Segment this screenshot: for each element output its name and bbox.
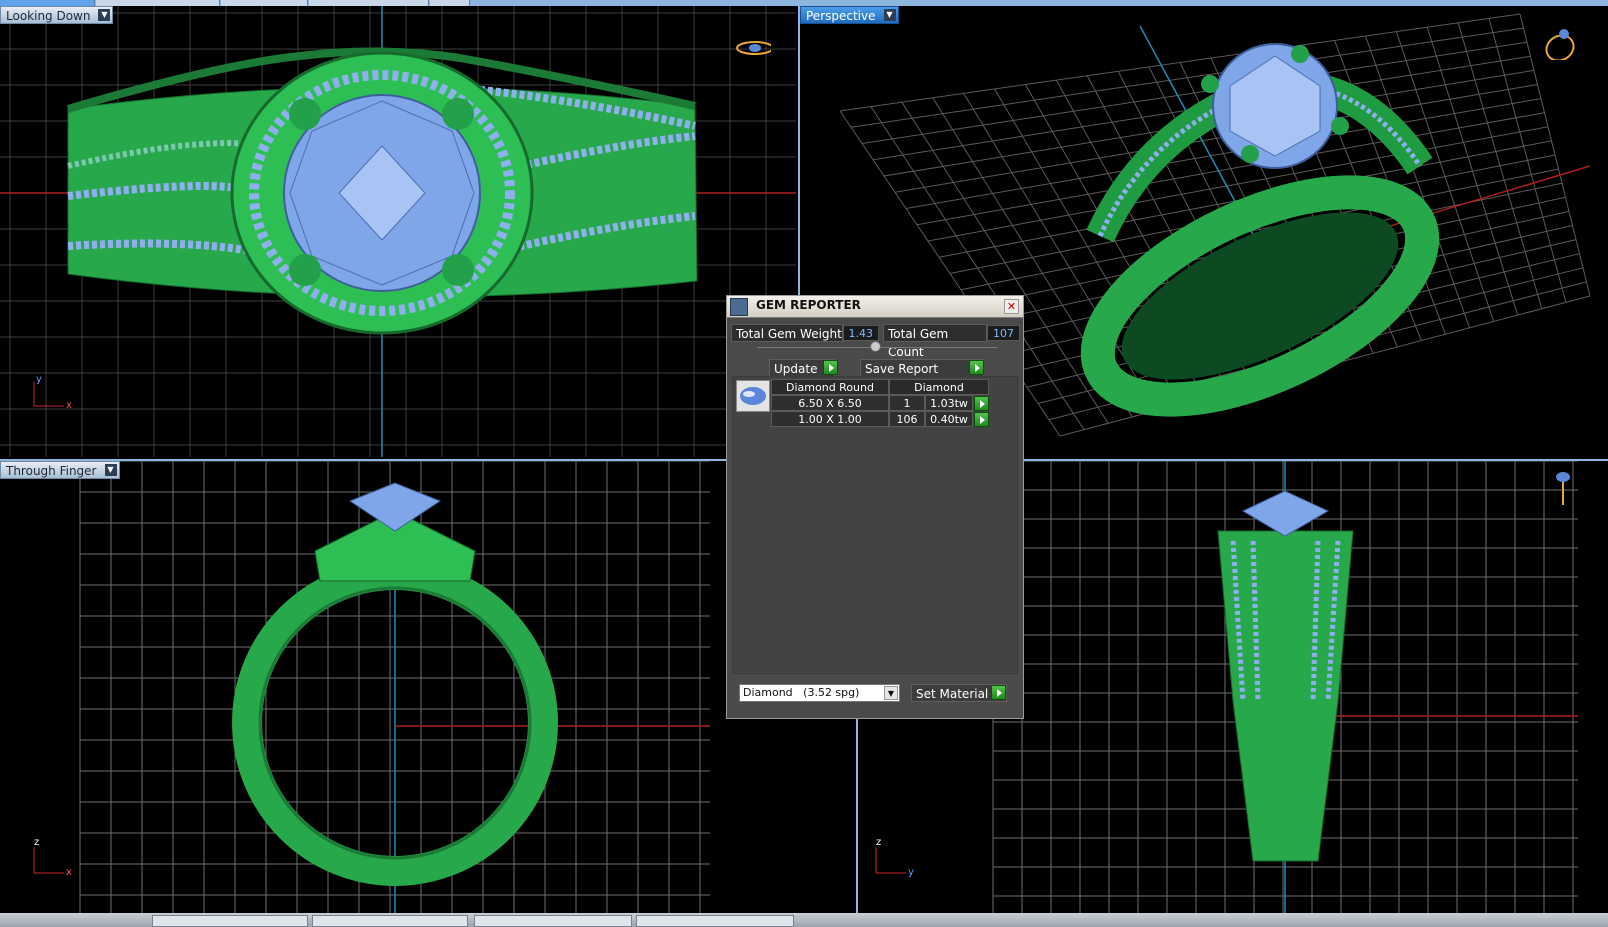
rhino-viewport-workspace: Looking Down ▼ y x Perspective ▼ Through… [0,0,1608,927]
table-cell-size: 6.50 X 6.50 [771,395,889,411]
material-select-value: Diamond (3.52 spg) [743,686,860,699]
viewport-label-text: Through Finger [6,464,97,478]
axis-y-label: y [908,867,914,878]
axis-z-label: z [876,837,882,848]
chevron-down-icon[interactable]: ▼ [98,9,111,21]
total-gem-weight-label: Total Gem Weight [731,324,843,342]
viewport-label-perspective[interactable]: Perspective ▼ [800,6,899,24]
axis-x-label: x [66,867,72,878]
chevron-down-icon[interactable]: ▼ [883,9,896,21]
dialog-title: GEM REPORTER [756,298,861,312]
table-cell-weight: 0.40tw [925,411,973,427]
ring-orientation-icon [736,41,771,55]
row-select-icon[interactable] [974,412,989,427]
viewport-looking-down[interactable]: Looking Down ▼ y x [0,6,796,457]
table-cell-count: 106 [889,411,925,427]
table-header-shape: Diamond Round [771,379,889,395]
looking-down-render [0,6,796,457]
viewport-label-through-finger[interactable]: Through Finger ▼ [0,461,120,479]
set-material-go-icon[interactable] [991,685,1006,700]
axis-x-label: x [66,400,72,411]
gem-reporter-icon [730,298,748,316]
save-report-button[interactable]: Save Report [860,359,984,377]
dialog-title-bar[interactable]: GEM REPORTER ✕ [727,296,1023,318]
splitter-handle[interactable] [870,341,881,352]
material-select[interactable]: Diamond (3.52 spg) ▼ [739,684,900,702]
close-icon[interactable]: ✕ [1004,299,1019,314]
chevron-down-icon[interactable]: ▼ [884,686,898,700]
taskbar-item-3[interactable] [474,915,632,927]
chevron-down-icon[interactable]: ▼ [104,464,117,476]
ring-orientation-icon [1556,472,1570,505]
viewport-label-text: Looking Down [6,9,91,23]
save-report-go-icon[interactable] [969,360,984,375]
table-cell-size: 1.00 X 1.00 [771,411,889,427]
gem-list-panel: Diamond Round Diamond 6.50 X 6.50 1 1.03… [732,376,1018,674]
axis-z-label: z [34,837,40,848]
viewport-label-looking-down[interactable]: Looking Down ▼ [0,6,114,24]
total-gem-count-label: Total Gem Count [883,324,987,359]
row-select-icon[interactable] [974,396,989,411]
taskbar-item-1[interactable] [152,915,308,927]
total-gem-weight-value: 1.43 [843,325,879,341]
gem-reporter-dialog[interactable]: GEM REPORTER ✕ Total Gem Weight 1.43 Tot… [726,295,1024,719]
total-gem-count-value: 107 [987,325,1020,341]
axis-y-label: y [36,374,42,385]
status-taskbar [0,913,1608,927]
gem-thumbnail-icon[interactable] [736,380,770,412]
taskbar-item-4[interactable] [636,915,794,927]
ring-orientation-icon [1545,29,1575,60]
update-go-icon[interactable] [823,360,838,375]
table-header-material: Diamond [889,379,989,395]
viewport-label-text: Perspective [806,9,876,23]
table-cell-count: 1 [889,395,925,411]
taskbar-item-2[interactable] [312,915,468,927]
table-cell-weight: 1.03tw [925,395,973,411]
